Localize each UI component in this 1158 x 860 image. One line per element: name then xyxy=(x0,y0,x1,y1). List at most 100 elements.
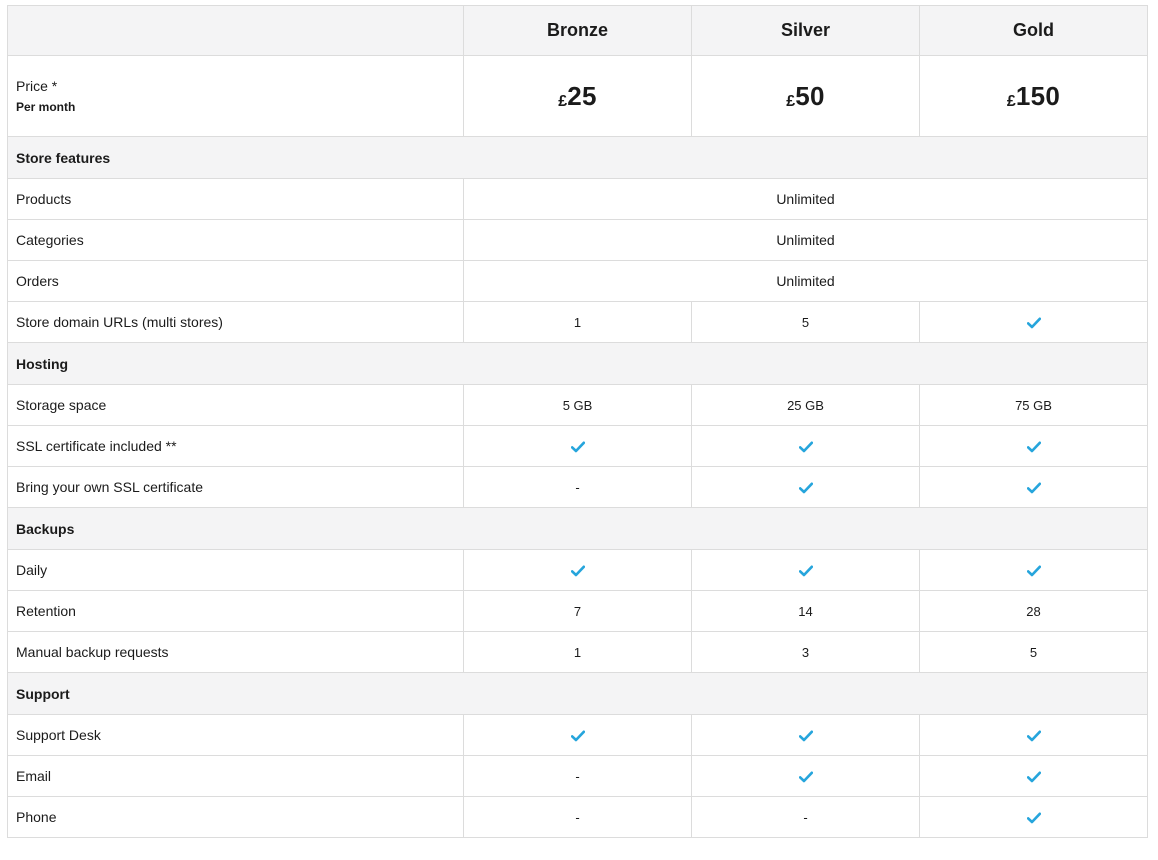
not-included-dash: - xyxy=(575,479,580,495)
price-label: Price * xyxy=(16,77,58,94)
check-icon xyxy=(1026,771,1041,783)
check-icon xyxy=(1026,317,1041,329)
price-gold: £150 xyxy=(919,55,1148,137)
feature-value-text: 5 xyxy=(801,314,810,330)
plan-header-row: Bronze Silver Gold xyxy=(7,5,1148,56)
section-header-hosting: Hosting xyxy=(7,342,1148,385)
feature-value-gold xyxy=(919,714,1148,756)
feature-value-bronze: - xyxy=(463,466,692,508)
feature-value-silver: 25 GB xyxy=(691,384,920,426)
check-icon xyxy=(570,730,585,742)
feature-value-bronze xyxy=(463,549,692,591)
feature-value-silver: 3 xyxy=(691,631,920,673)
feature-value-silver: - xyxy=(691,796,920,838)
feature-value-text: 1 xyxy=(573,314,582,330)
feature-value-bronze: 1 xyxy=(463,301,692,343)
check-icon xyxy=(570,565,585,577)
feature-label: Storage space xyxy=(7,384,464,426)
feature-row-daily: Daily xyxy=(7,549,1148,591)
check-icon xyxy=(570,441,585,453)
check-icon xyxy=(798,565,813,577)
feature-row-products: Products Unlimited xyxy=(7,178,1148,220)
section-header-support: Support xyxy=(7,672,1148,715)
feature-value-silver: 14 xyxy=(691,590,920,632)
section-title: Store features xyxy=(7,136,1148,179)
currency-symbol: £ xyxy=(1006,92,1016,110)
feature-value-text: 5 GB xyxy=(562,397,593,413)
price-sublabel: Per month xyxy=(16,99,76,114)
feature-row-categories: Categories Unlimited xyxy=(7,219,1148,261)
feature-value-all-plans: Unlimited xyxy=(463,260,1148,302)
feature-value-all-plans: Unlimited xyxy=(463,178,1148,220)
plan-name-silver: Silver xyxy=(691,5,920,56)
feature-label: Email xyxy=(7,755,464,797)
price-row: Price * Per month £25 £50 £150 xyxy=(7,55,1148,137)
feature-value-silver xyxy=(691,755,920,797)
section-title: Support xyxy=(7,672,1148,715)
feature-value-gold: 75 GB xyxy=(919,384,1148,426)
feature-value-silver xyxy=(691,549,920,591)
feature-row-retention: Retention 7 14 28 xyxy=(7,590,1148,632)
feature-row-email: Email - xyxy=(7,755,1148,797)
feature-value-gold xyxy=(919,755,1148,797)
check-icon xyxy=(1026,565,1041,577)
plan-name-bronze: Bronze xyxy=(463,5,692,56)
price-amount: 150 xyxy=(1015,80,1061,111)
feature-value-bronze: - xyxy=(463,755,692,797)
feature-value-text: 25 GB xyxy=(787,397,824,413)
not-included-dash: - xyxy=(803,809,808,825)
feature-value-silver xyxy=(691,466,920,508)
feature-label: Products xyxy=(7,178,464,220)
feature-value-text: 28 xyxy=(1026,603,1041,619)
feature-value-gold xyxy=(919,301,1148,343)
feature-value-text: 3 xyxy=(801,644,810,660)
not-included-dash: - xyxy=(575,809,580,825)
feature-value-bronze: 1 xyxy=(463,631,692,673)
feature-label: Manual backup requests xyxy=(7,631,464,673)
feature-value-text: 1 xyxy=(573,644,582,660)
check-icon xyxy=(1026,730,1041,742)
section-title: Hosting xyxy=(7,342,1148,385)
price-silver: £50 xyxy=(691,55,920,137)
feature-value-gold xyxy=(919,466,1148,508)
check-icon xyxy=(798,771,813,783)
feature-label: Support Desk xyxy=(7,714,464,756)
feature-label: Phone xyxy=(7,796,464,838)
feature-value-bronze xyxy=(463,714,692,756)
price-amount: 50 xyxy=(795,80,825,111)
feature-value-gold xyxy=(919,425,1148,467)
feature-row-storage-space: Storage space 5 GB 25 GB 75 GB xyxy=(7,384,1148,426)
feature-value-text: 5 xyxy=(1029,644,1038,660)
feature-value-gold: 28 xyxy=(919,590,1148,632)
feature-row-bring-your-own-ssl-certificate: Bring your own SSL certificate - xyxy=(7,466,1148,508)
feature-value-gold xyxy=(919,796,1148,838)
feature-value-bronze xyxy=(463,425,692,467)
feature-label: Retention xyxy=(7,590,464,632)
feature-row-store-domain-urls-multi-stores: Store domain URLs (multi stores) 1 5 xyxy=(7,301,1148,343)
not-included-dash: - xyxy=(575,768,580,784)
feature-label: Bring your own SSL certificate xyxy=(7,466,464,508)
plan-name-gold: Gold xyxy=(919,5,1148,56)
feature-row-manual-backup-requests: Manual backup requests 1 3 5 xyxy=(7,631,1148,673)
check-icon xyxy=(1026,441,1041,453)
feature-row-support-desk: Support Desk xyxy=(7,714,1148,756)
check-icon xyxy=(798,730,813,742)
feature-value-text: 14 xyxy=(798,603,813,619)
feature-label: Store domain URLs (multi stores) xyxy=(7,301,464,343)
feature-value-gold xyxy=(919,549,1148,591)
feature-label: Daily xyxy=(7,549,464,591)
feature-label: SSL certificate included ** xyxy=(7,425,464,467)
feature-value-bronze: 5 GB xyxy=(463,384,692,426)
price-bronze: £25 xyxy=(463,55,692,137)
feature-value-silver xyxy=(691,425,920,467)
feature-row-ssl-certificate-included: SSL certificate included ** xyxy=(7,425,1148,467)
feature-value-silver xyxy=(691,714,920,756)
feature-label: Orders xyxy=(7,260,464,302)
feature-value-all-plans: Unlimited xyxy=(463,219,1148,261)
check-icon xyxy=(798,482,813,494)
feature-row-orders: Orders Unlimited xyxy=(7,260,1148,302)
pricing-comparison-table: Bronze Silver Gold Price * Per month £25… xyxy=(7,5,1148,838)
price-amount: 25 xyxy=(567,80,597,111)
feature-value-text: 75 GB xyxy=(1015,397,1052,413)
check-icon xyxy=(798,441,813,453)
